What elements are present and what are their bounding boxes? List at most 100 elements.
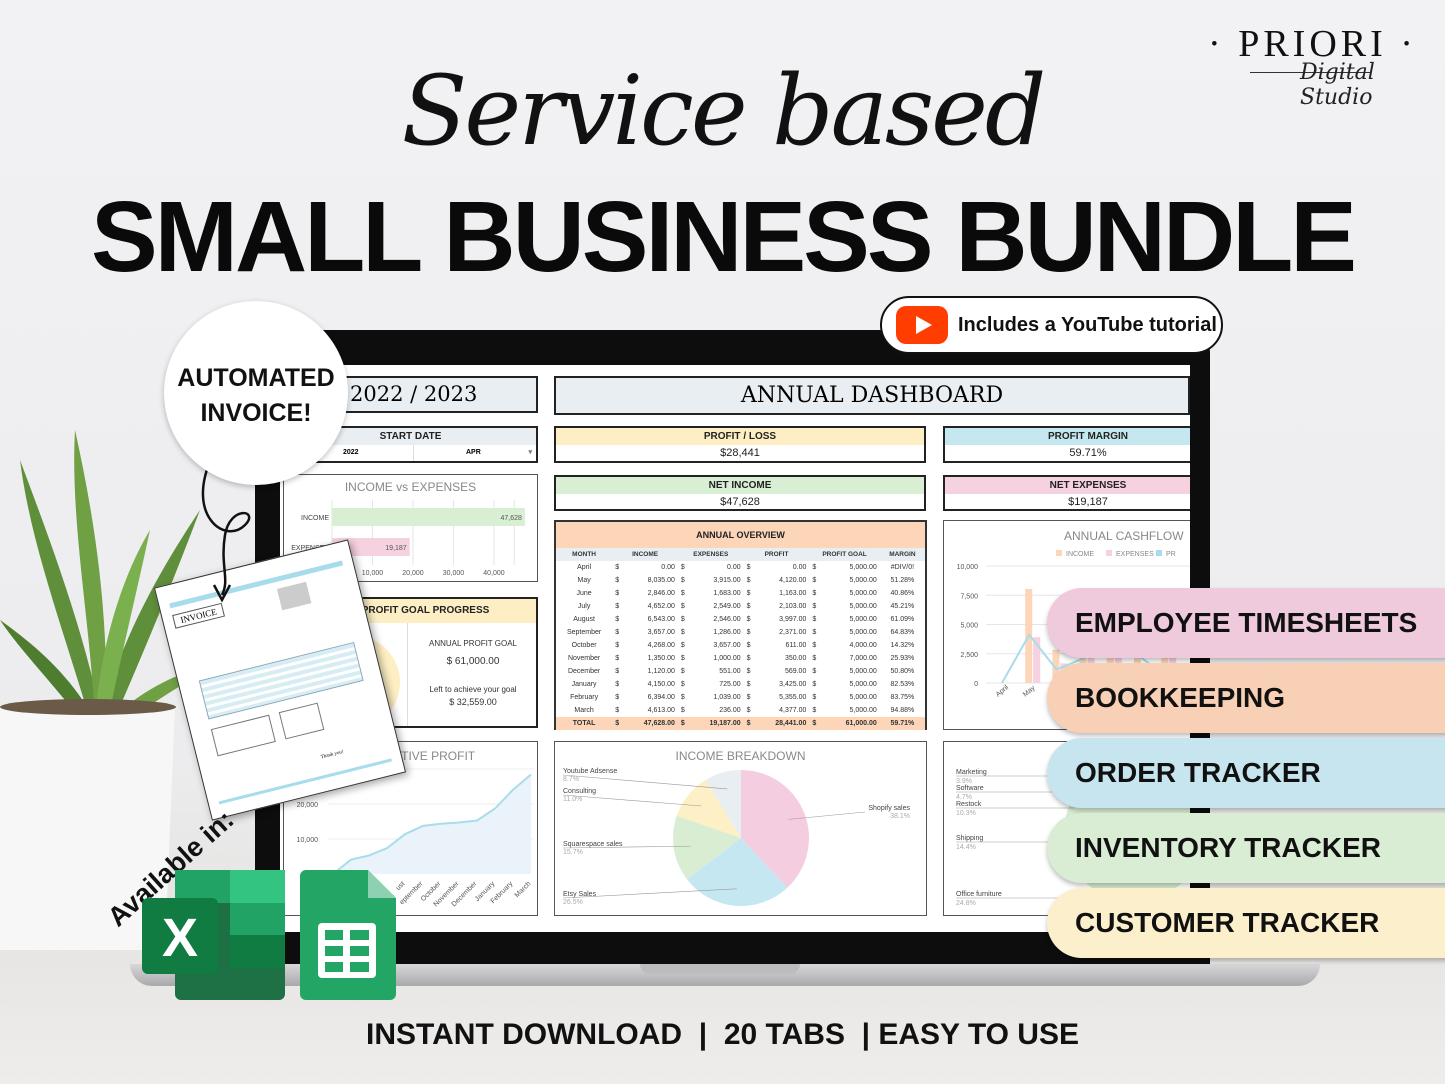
table-cell[interactable]: 4,652.00 bbox=[626, 600, 678, 613]
table-cell[interactable]: 5,000.00 bbox=[824, 704, 880, 717]
table-cell[interactable]: 4,613.00 bbox=[626, 704, 678, 717]
table-cell[interactable]: 551.00 bbox=[692, 665, 744, 678]
table-cell[interactable]: October bbox=[556, 639, 612, 652]
table-cell[interactable]: 3,657.00 bbox=[626, 626, 678, 639]
table-cell[interactable]: 25.93% bbox=[880, 652, 925, 665]
table-header: MONTH INCOME EXPENSES PROFIT PROFIT GOAL MARG… bbox=[556, 548, 925, 561]
table-cell[interactable]: March bbox=[556, 704, 612, 717]
table-cell[interactable]: 4,120.00 bbox=[757, 574, 809, 587]
goal-left-label: Left to achieve your goal bbox=[429, 685, 517, 694]
table-cell[interactable]: TOTAL bbox=[556, 717, 612, 730]
table-cell[interactable]: 1,286.00 bbox=[692, 626, 744, 639]
table-cell[interactable]: 5,000.00 bbox=[824, 574, 880, 587]
slice-label: Shipping bbox=[956, 835, 983, 842]
table-cell[interactable]: 61,000.00 bbox=[824, 717, 880, 730]
table-row: February $6,394.00 $1,039.00 $5,355.00 $5,00… bbox=[556, 691, 925, 704]
table-cell[interactable]: 350.00 bbox=[757, 652, 809, 665]
table-cell[interactable]: 5,000.00 bbox=[824, 665, 880, 678]
table-cell[interactable]: 8,035.00 bbox=[626, 574, 678, 587]
table-cell[interactable]: 569.00 bbox=[757, 665, 809, 678]
table-cell[interactable]: 2,546.00 bbox=[692, 613, 744, 626]
table-cell[interactable]: 3,657.00 bbox=[692, 639, 744, 652]
table-cell[interactable]: 3,425.00 bbox=[757, 678, 809, 691]
currency-cell: $ bbox=[615, 577, 620, 584]
table-cell[interactable]: 7,000.00 bbox=[824, 652, 880, 665]
table-cell[interactable]: 5,000.00 bbox=[824, 613, 880, 626]
slice-percent: 26.5% bbox=[563, 899, 583, 906]
table-cell[interactable]: 5,355.00 bbox=[757, 691, 809, 704]
currency-cell: $ bbox=[680, 590, 685, 597]
table-cell[interactable]: 47,628.00 bbox=[626, 717, 678, 730]
table-cell[interactable]: 50.80% bbox=[880, 665, 925, 678]
table-cell[interactable]: 4,268.00 bbox=[626, 639, 678, 652]
table-cell[interactable]: 0.00 bbox=[757, 561, 809, 574]
table-cell[interactable]: 1,039.00 bbox=[692, 691, 744, 704]
table-cell[interactable]: April bbox=[556, 561, 612, 574]
table-cell[interactable]: 51.28% bbox=[880, 574, 925, 587]
table-cell[interactable]: 19,187.00 bbox=[692, 717, 744, 730]
currency-cell: $ bbox=[746, 694, 751, 701]
table-cell[interactable]: 0.00 bbox=[692, 561, 744, 574]
table-cell[interactable]: 236.00 bbox=[692, 704, 744, 717]
table-cell[interactable]: 1,163.00 bbox=[757, 587, 809, 600]
table-cell[interactable]: 83.75% bbox=[880, 691, 925, 704]
table-cell[interactable]: 45.21% bbox=[880, 600, 925, 613]
table-cell[interactable]: November bbox=[556, 652, 612, 665]
table-cell[interactable]: 14.32% bbox=[880, 639, 925, 652]
table-cell[interactable]: May bbox=[556, 574, 612, 587]
slice-percent: 8.7% bbox=[563, 776, 579, 783]
table-cell[interactable]: July bbox=[556, 600, 612, 613]
table-cell[interactable]: June bbox=[556, 587, 612, 600]
invoice-items-table bbox=[198, 641, 364, 720]
currency-cell: $ bbox=[615, 564, 620, 571]
table-cell[interactable]: 40.86% bbox=[880, 587, 925, 600]
google-sheets-icon bbox=[300, 870, 396, 1000]
slice-percent: 24.8% bbox=[956, 900, 976, 907]
table-cell[interactable]: 1,120.00 bbox=[626, 665, 678, 678]
currency-cell: $ bbox=[812, 629, 817, 636]
table-cell[interactable]: December bbox=[556, 665, 612, 678]
start-month-select[interactable]: APR ▾ bbox=[414, 445, 536, 461]
table-cell[interactable]: January bbox=[556, 678, 612, 691]
table-cell[interactable]: 611.00 bbox=[757, 639, 809, 652]
table-cell[interactable]: 0.00 bbox=[626, 561, 678, 574]
table-cell[interactable]: August bbox=[556, 613, 612, 626]
table-cell[interactable]: 59.71% bbox=[880, 717, 925, 730]
table-cell[interactable]: 1,683.00 bbox=[692, 587, 744, 600]
table-cell[interactable]: 1,350.00 bbox=[626, 652, 678, 665]
table-cell[interactable]: 5,000.00 bbox=[824, 600, 880, 613]
table-cell[interactable]: 2,549.00 bbox=[692, 600, 744, 613]
table-cell[interactable]: 6,394.00 bbox=[626, 691, 678, 704]
currency-cell: $ bbox=[746, 642, 751, 649]
feature-pill-inventory-tracker: INVENTORY TRACKER bbox=[1047, 813, 1445, 883]
table-cell[interactable]: 5,000.00 bbox=[824, 587, 880, 600]
table-cell[interactable]: 6,543.00 bbox=[626, 613, 678, 626]
table-cell[interactable]: February bbox=[556, 691, 612, 704]
table-row: December $1,120.00 $551.00 $569.00 $5,000.00… bbox=[556, 665, 925, 678]
table-cell[interactable]: 2,103.00 bbox=[757, 600, 809, 613]
table-cell[interactable]: 82.53% bbox=[880, 678, 925, 691]
table-cell[interactable]: 725.00 bbox=[692, 678, 744, 691]
table-cell[interactable]: 5,000.00 bbox=[824, 561, 880, 574]
table-cell[interactable]: 5,000.00 bbox=[824, 678, 880, 691]
x-tick-label: May bbox=[1022, 684, 1037, 698]
table-cell[interactable]: 94.88% bbox=[880, 704, 925, 717]
currency-cell: $ bbox=[746, 577, 751, 584]
net-income-card: NET INCOME $47,628 bbox=[554, 475, 926, 511]
table-cell[interactable]: 28,441.00 bbox=[757, 717, 809, 730]
table-cell[interactable]: 2,846.00 bbox=[626, 587, 678, 600]
table-cell[interactable]: 61.09% bbox=[880, 613, 925, 626]
table-cell[interactable]: 3,997.00 bbox=[757, 613, 809, 626]
table-cell[interactable]: #DIV/0! bbox=[880, 561, 925, 574]
table-cell[interactable]: 4,150.00 bbox=[626, 678, 678, 691]
table-cell[interactable]: 4,000.00 bbox=[824, 639, 880, 652]
table-cell[interactable]: 5,000.00 bbox=[824, 691, 880, 704]
table-cell[interactable]: 3,915.00 bbox=[692, 574, 744, 587]
table-cell[interactable]: September bbox=[556, 626, 612, 639]
table-cell[interactable]: 64.83% bbox=[880, 626, 925, 639]
table-cell[interactable]: 4,377.00 bbox=[757, 704, 809, 717]
table-cell[interactable]: 5,000.00 bbox=[824, 626, 880, 639]
table-cell[interactable]: 1,000.00 bbox=[692, 652, 744, 665]
table-cell[interactable]: 2,371.00 bbox=[757, 626, 809, 639]
x-tick-label: April bbox=[995, 684, 1011, 699]
